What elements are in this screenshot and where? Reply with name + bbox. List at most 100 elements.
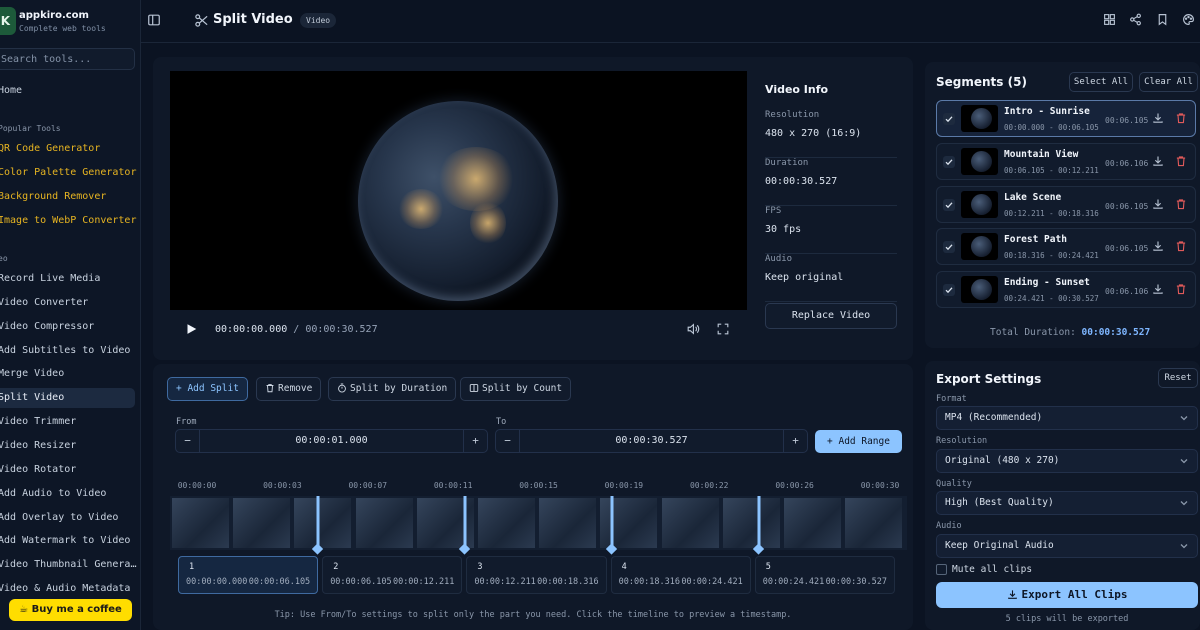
- video-info-title: Video Info: [765, 83, 829, 96]
- split-by-duration-button[interactable]: Split by Duration: [328, 377, 457, 401]
- segment-cell[interactable]: 4 00:00:18.316 00:00:24.421: [610, 556, 751, 594]
- sidebar-item[interactable]: Video & Audio Metadata: [0, 579, 138, 599]
- sidebar-item[interactable]: Record Live Media: [0, 269, 138, 289]
- search-input[interactable]: [0, 49, 123, 69]
- download-icon[interactable]: [1152, 240, 1165, 253]
- timeline-tick-label: 00:00:22: [689, 481, 729, 490]
- audio-select[interactable]: Keep Original Audio: [936, 534, 1198, 558]
- fullscreen-icon[interactable]: [716, 322, 732, 338]
- split-marker[interactable]: [316, 496, 320, 548]
- segment-range: 00:18.316 - 00:24.421: [1004, 251, 1099, 261]
- trash-icon[interactable]: [1175, 240, 1188, 253]
- replace-video-button[interactable]: Replace Video: [765, 303, 897, 329]
- sidebar-item[interactable]: Video Resizer: [0, 436, 138, 456]
- timeline-tick-label: 00:00:03: [263, 481, 302, 490]
- buy-coffee-button[interactable]: ☕ Buy me a coffee: [9, 599, 132, 621]
- quality-select[interactable]: High (Best Quality): [936, 491, 1198, 515]
- remove-button[interactable]: Remove: [256, 377, 322, 401]
- sidebar-item[interactable]: Video Trimmer: [0, 412, 138, 432]
- segment-cell[interactable]: 2 00:00:06.105 00:00:12.211: [322, 556, 463, 594]
- from-value[interactable]: 00:00:01.000: [200, 430, 463, 452]
- segment-item[interactable]: Mountain View 00:06.105 - 00:12.211 00:06.…: [936, 142, 1196, 180]
- check-icon[interactable]: [943, 113, 955, 125]
- resolution-select[interactable]: Original (480 x 270): [936, 449, 1198, 473]
- sidebar-item[interactable]: Add Overlay to Video: [0, 508, 138, 528]
- to-value[interactable]: 00:00:30.527: [520, 430, 783, 452]
- add-split-button[interactable]: + Add Split: [167, 377, 248, 401]
- chevron-down-icon: [1179, 498, 1189, 508]
- check-icon[interactable]: [943, 198, 955, 211]
- segment-item[interactable]: Intro - Sunrise 00:00.000 - 00:06.105 00:0…: [936, 100, 1196, 137]
- check-icon[interactable]: [943, 241, 955, 254]
- select-all-button[interactable]: Select All: [1069, 72, 1133, 92]
- reset-button[interactable]: Reset: [1158, 368, 1198, 388]
- sidebar-item[interactable]: Video Thumbnail Genera…: [0, 555, 138, 575]
- trash-icon[interactable]: [1175, 198, 1188, 211]
- grid-icon[interactable]: [1103, 13, 1119, 29]
- palette-icon[interactable]: [1182, 13, 1198, 29]
- split-marker[interactable]: [757, 496, 761, 548]
- play-icon[interactable]: [184, 322, 200, 338]
- sidebar-item[interactable]: Video Converter: [0, 293, 138, 313]
- sidebar-item[interactable]: Split Video: [0, 388, 135, 409]
- timeline-tick-label: 00:00:00: [177, 481, 217, 490]
- clear-all-button[interactable]: Clear All: [1139, 72, 1198, 92]
- nav-section-video: eo: [0, 254, 8, 263]
- check-icon[interactable]: [943, 284, 955, 297]
- segment-cell-index: 4: [621, 562, 627, 572]
- popular-tool-item[interactable]: Image to WebP Converter: [0, 211, 138, 231]
- trash-icon[interactable]: [1175, 155, 1188, 168]
- video-player[interactable]: [170, 71, 747, 310]
- split-marker[interactable]: [463, 496, 467, 548]
- sidebar-item[interactable]: Merge Video: [0, 364, 138, 384]
- quality-label: Quality: [936, 479, 972, 489]
- segment-item[interactable]: Lake Scene 00:12.211 - 00:18.316 00:06.105: [936, 185, 1196, 223]
- trash-icon[interactable]: [1175, 283, 1188, 296]
- sidebar-toggle-icon[interactable]: [147, 13, 163, 29]
- segment-item[interactable]: Forest Path 00:18.316 - 00:24.421 00:06.10…: [936, 228, 1196, 266]
- segment-cell[interactable]: 5 00:00:24.421 00:00:30.527: [754, 556, 895, 594]
- timeline-frame: [539, 498, 597, 548]
- split-by-count-button[interactable]: Split by Count: [460, 377, 572, 401]
- to-decrement-button[interactable]: −: [496, 430, 520, 452]
- download-icon[interactable]: [1152, 112, 1165, 125]
- mute-checkbox[interactable]: [936, 564, 947, 575]
- bookmark-icon[interactable]: [1156, 13, 1172, 29]
- popular-tool-item[interactable]: QR Code Generator: [0, 139, 138, 159]
- brand[interactable]: K appkiro.com Complete web tools: [0, 4, 140, 40]
- split-marker[interactable]: [610, 496, 614, 548]
- segment-cell-index: 5: [765, 562, 771, 572]
- share-icon[interactable]: [1129, 13, 1145, 29]
- check-icon[interactable]: [943, 155, 955, 168]
- segment-name: Lake Scene: [1004, 191, 1062, 203]
- sidebar-item[interactable]: Video Rotator: [0, 460, 138, 480]
- segment-item[interactable]: Ending - Sunset 00:24.421 - 00:30.527 00:0…: [936, 271, 1196, 309]
- segment-range: 00:06.105 - 00:12.211: [1004, 165, 1099, 175]
- sidebar-item[interactable]: Video Compressor: [0, 317, 138, 337]
- format-select[interactable]: MP4 (Recommended): [936, 406, 1198, 430]
- popular-tool-item[interactable]: Color Palette Generator: [0, 163, 138, 183]
- segment-cell[interactable]: 3 00:00:12.211 00:00:18.316: [466, 556, 607, 594]
- export-all-button[interactable]: Export All Clips: [936, 582, 1198, 608]
- download-icon[interactable]: [1152, 198, 1165, 211]
- to-increment-button[interactable]: +: [783, 430, 807, 452]
- volume-icon[interactable]: [686, 322, 702, 338]
- nav-home[interactable]: Home: [0, 81, 138, 101]
- sidebar-item[interactable]: Add Subtitles to Video: [0, 341, 138, 361]
- segment-cell[interactable]: 1 00:00:00.000 00:00:06.105: [178, 556, 319, 594]
- scissors-icon: [194, 13, 210, 29]
- from-decrement-button[interactable]: −: [176, 430, 200, 452]
- download-icon[interactable]: [1152, 283, 1165, 296]
- timeline-frame: [600, 498, 658, 548]
- timeline-strip[interactable]: [170, 496, 907, 550]
- add-range-button[interactable]: + Add Range: [815, 430, 902, 453]
- brand-logo: K: [0, 7, 16, 35]
- download-icon[interactable]: [1152, 155, 1165, 168]
- trash-icon[interactable]: [1175, 112, 1188, 125]
- timeline[interactable]: 00:00:00 00:00:03 00:00:07 00:00:11 00:00:15…: [170, 476, 907, 602]
- popular-tool-item[interactable]: Background Remover: [0, 187, 138, 207]
- segment-thumbnail: [961, 276, 998, 304]
- sidebar-item[interactable]: Add Watermark to Video: [0, 531, 138, 551]
- from-increment-button[interactable]: +: [463, 430, 487, 452]
- sidebar-item[interactable]: Add Audio to Video: [0, 484, 138, 504]
